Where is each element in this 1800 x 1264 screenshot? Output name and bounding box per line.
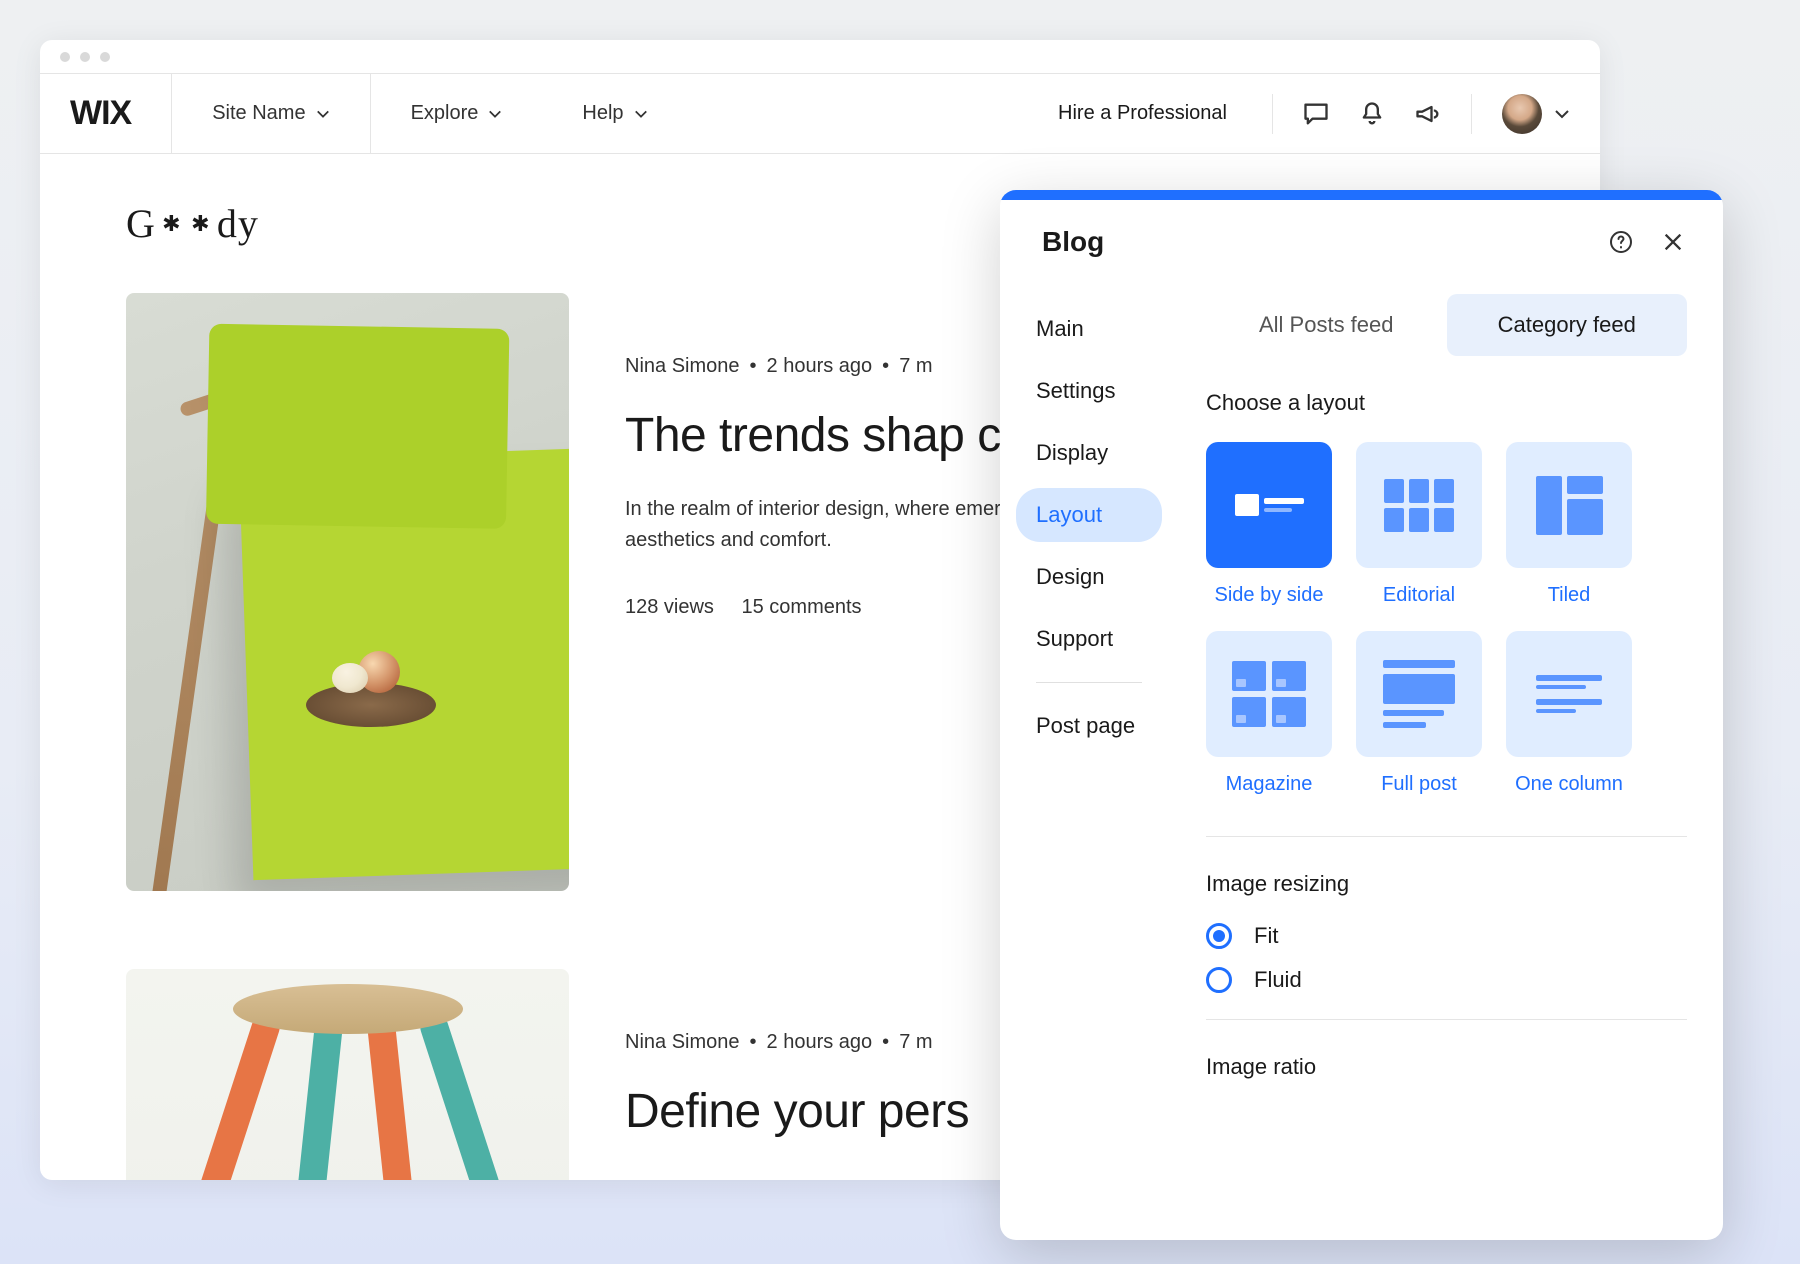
notifications-button[interactable] (1352, 94, 1392, 134)
sidebar-item-design[interactable]: Design (1016, 550, 1162, 604)
sidebar-item-settings[interactable]: Settings (1016, 364, 1162, 418)
chat-icon (1302, 100, 1330, 128)
post-author[interactable]: Nina Simone (625, 355, 740, 377)
blog-settings-panel: Blog Main Settings Display Layout Design… (1000, 190, 1723, 1240)
traffic-light-close[interactable] (60, 52, 70, 62)
layout-label: Tiled (1548, 584, 1591, 607)
radio-label: Fluid (1254, 967, 1302, 993)
layout-label: Side by side (1215, 584, 1324, 607)
image-ratio-label: Image ratio (1206, 1054, 1687, 1080)
feed-tabs: All Posts feed Category feed (1206, 294, 1687, 356)
site-name-label: Site Name (212, 102, 305, 125)
post-author[interactable]: Nina Simone (625, 1031, 740, 1053)
tab-all-posts[interactable]: All Posts feed (1206, 294, 1447, 356)
chat-button[interactable] (1296, 94, 1336, 134)
explore-label: Explore (411, 102, 479, 125)
help-label: Help (582, 102, 623, 125)
window-titlebar (40, 40, 1600, 74)
layout-label: One column (1515, 773, 1623, 796)
post-comments[interactable]: 15 comments (742, 596, 862, 618)
post-read: 7 m (899, 355, 932, 377)
post-image[interactable] (126, 969, 569, 1180)
radio-icon (1206, 923, 1232, 949)
site-brand[interactable]: G✱✱dy (126, 200, 259, 247)
layout-label: Editorial (1383, 584, 1455, 607)
layout-side-by-side[interactable]: Side by side (1206, 442, 1332, 607)
explore-dropdown[interactable]: Explore (371, 74, 543, 154)
tab-category-feed[interactable]: Category feed (1447, 294, 1688, 356)
post-image[interactable] (126, 293, 569, 891)
help-button[interactable] (1607, 228, 1635, 256)
panel-main: All Posts feed Category feed Choose a la… (1178, 282, 1723, 1240)
bell-icon (1358, 100, 1386, 128)
sidebar-item-support[interactable]: Support (1016, 612, 1162, 666)
chevron-down-icon (488, 107, 502, 121)
layout-full-post[interactable]: Full post (1356, 631, 1482, 796)
account-dropdown-icon[interactable] (1554, 106, 1570, 122)
traffic-light-min[interactable] (80, 52, 90, 62)
chevron-down-icon (316, 107, 330, 121)
layout-grid: Side by side Editorial Tiled (1206, 442, 1687, 796)
radio-label: Fit (1254, 923, 1278, 949)
panel-accent-bar (1000, 190, 1723, 200)
sidebar-item-post-page[interactable]: Post page (1016, 699, 1162, 753)
panel-header: Blog (1000, 200, 1723, 282)
panel-sidebar: Main Settings Display Layout Design Supp… (1000, 282, 1178, 1240)
layout-magazine[interactable]: Magazine (1206, 631, 1332, 796)
wix-logo[interactable]: WIX (70, 94, 131, 133)
close-button[interactable] (1659, 228, 1687, 256)
post-read: 7 m (899, 1031, 932, 1053)
user-avatar[interactable] (1502, 94, 1542, 134)
sidebar-item-layout[interactable]: Layout (1016, 488, 1162, 542)
layout-tiled[interactable]: Tiled (1506, 442, 1632, 607)
post-time: 2 hours ago (767, 1031, 873, 1053)
choose-layout-label: Choose a layout (1206, 390, 1687, 416)
close-icon (1662, 231, 1684, 253)
traffic-light-max[interactable] (100, 52, 110, 62)
help-icon (1609, 230, 1633, 254)
megaphone-icon (1414, 100, 1442, 128)
radio-fit[interactable]: Fit (1206, 923, 1687, 949)
layout-label: Magazine (1226, 773, 1313, 796)
image-resizing-label: Image resizing (1206, 871, 1687, 897)
layout-one-column[interactable]: One column (1506, 631, 1632, 796)
radio-icon (1206, 967, 1232, 993)
layout-editorial[interactable]: Editorial (1356, 442, 1482, 607)
post-time: 2 hours ago (767, 355, 873, 377)
hire-link[interactable]: Hire a Professional (1028, 102, 1257, 125)
top-nav: WIX Site Name Explore Help Hire a Profes… (40, 74, 1600, 154)
layout-label: Full post (1381, 773, 1457, 796)
site-name-dropdown[interactable]: Site Name (172, 74, 369, 154)
radio-fluid[interactable]: Fluid (1206, 967, 1687, 993)
sidebar-item-main[interactable]: Main (1016, 302, 1162, 356)
panel-title: Blog (1042, 226, 1104, 258)
chevron-down-icon (634, 107, 648, 121)
post-views: 128 views (625, 596, 714, 618)
sidebar-item-display[interactable]: Display (1016, 426, 1162, 480)
help-dropdown[interactable]: Help (542, 74, 687, 154)
announcements-button[interactable] (1408, 94, 1448, 134)
